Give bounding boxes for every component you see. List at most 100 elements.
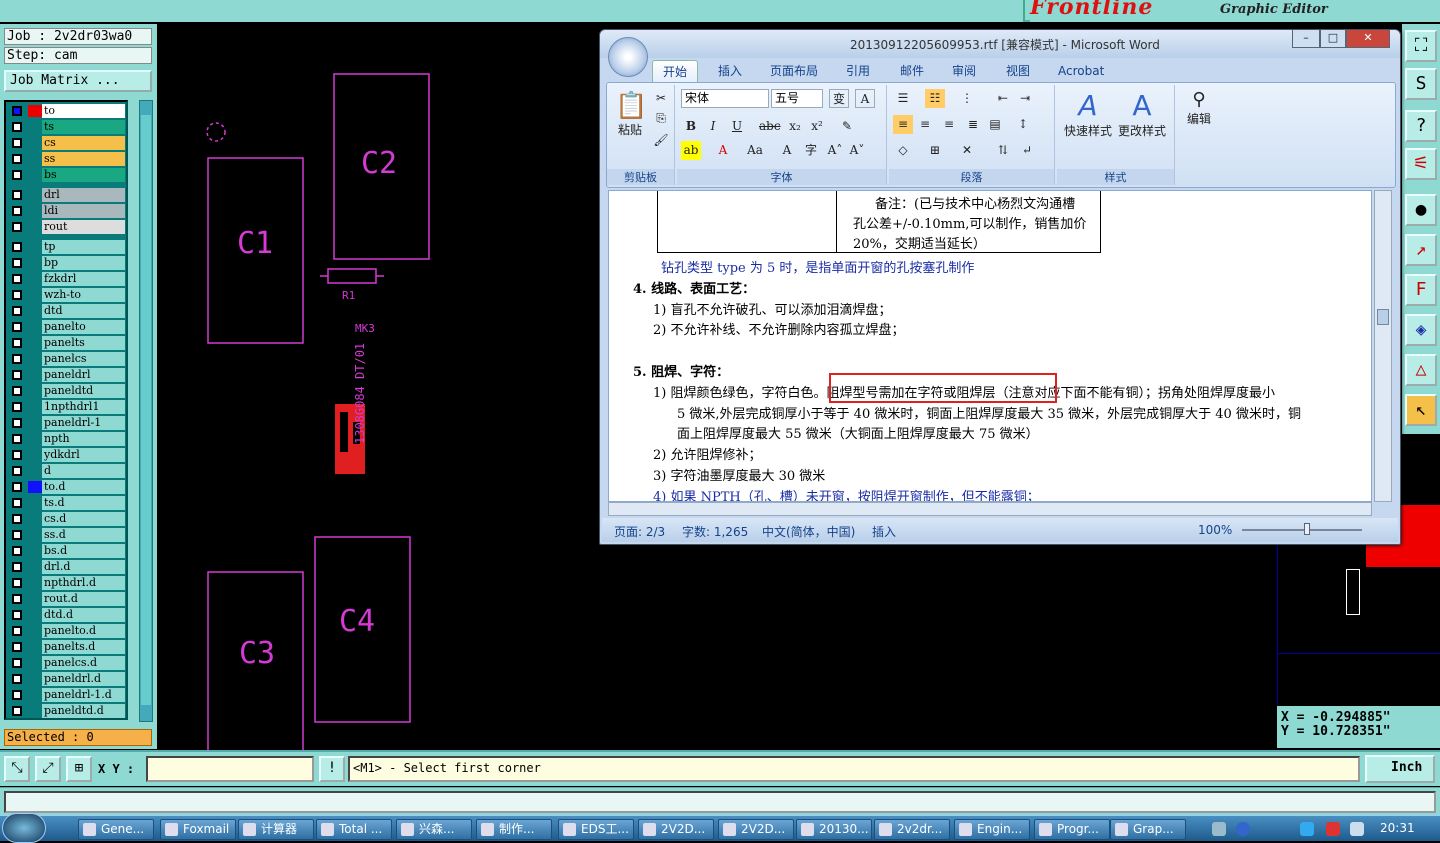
- scroll-thumb[interactable]: [141, 115, 151, 705]
- maximize-button[interactable]: □: [1320, 30, 1346, 48]
- layer-name[interactable]: rout: [42, 220, 125, 234]
- document-area[interactable]: 备注：(已与技术中心杨烈文沟通槽 孔公差+/-0.10mm,可以制作，销售加价 …: [608, 190, 1372, 502]
- zoom-box-icon[interactable]: ⤢: [35, 756, 61, 782]
- taskbar-item[interactable]: EDS工...: [558, 819, 634, 840]
- layer-color-swatch[interactable]: [28, 273, 42, 285]
- grid-icon[interactable]: ⊞: [66, 756, 92, 782]
- volume-icon[interactable]: [1350, 822, 1364, 836]
- layer-name[interactable]: ss: [42, 152, 125, 166]
- layer-checkbox[interactable]: [12, 482, 22, 492]
- fit-view-icon[interactable]: ⤡: [4, 756, 30, 782]
- layer-color-swatch[interactable]: [28, 673, 42, 685]
- layer-checkbox[interactable]: [12, 498, 22, 508]
- layer-checkbox[interactable]: [12, 106, 22, 116]
- sort-icon[interactable]: ⇅: [993, 141, 1013, 160]
- layer-row[interactable]: to.d: [8, 480, 126, 494]
- layer-color-swatch[interactable]: [28, 561, 42, 573]
- taskbar-item[interactable]: 兴森...: [396, 819, 472, 840]
- layer-row[interactable]: cs: [8, 136, 126, 150]
- word-count[interactable]: 字数: 1,265: [682, 523, 748, 540]
- paste-button[interactable]: 📋 粘贴: [615, 91, 647, 138]
- layer-name[interactable]: drl.d: [42, 560, 125, 574]
- job-matrix-button[interactable]: Job Matrix ...: [4, 70, 152, 92]
- layer-checkbox[interactable]: [12, 418, 22, 428]
- layer-checkbox[interactable]: [12, 578, 22, 588]
- layer-checkbox[interactable]: [12, 354, 22, 364]
- edit-button[interactable]: ⚲ 编辑: [1181, 89, 1217, 127]
- antivirus-icon[interactable]: [1326, 822, 1340, 836]
- ribbon-tab[interactable]: Acrobat: [1048, 60, 1114, 82]
- numbering-icon[interactable]: ☷: [925, 89, 945, 108]
- layer-checkbox[interactable]: [12, 674, 22, 684]
- layer-color-swatch[interactable]: [28, 641, 42, 653]
- quick-style-button[interactable]: A 快速样式: [1061, 89, 1115, 139]
- layer-row[interactable]: bp: [8, 256, 126, 270]
- layer-checkbox[interactable]: [12, 170, 22, 180]
- layer-checkbox[interactable]: [12, 154, 22, 164]
- layer-checkbox[interactable]: [12, 546, 22, 556]
- layer-name[interactable]: wzh-to: [42, 288, 125, 302]
- layer-color-swatch[interactable]: [28, 121, 42, 133]
- layer-row[interactable]: rout.d: [8, 592, 126, 606]
- clock[interactable]: 20:31: [1380, 821, 1415, 835]
- layer-color-swatch[interactable]: [28, 369, 42, 381]
- layer-checkbox[interactable]: [12, 642, 22, 652]
- layer-color-swatch[interactable]: [28, 305, 42, 317]
- layer-checkbox[interactable]: [12, 434, 22, 444]
- layer-color-swatch[interactable]: [28, 221, 42, 233]
- taskbar-item[interactable]: 20130...: [796, 819, 872, 840]
- layer-row[interactable]: fzkdrl: [8, 272, 126, 286]
- zoom-level[interactable]: 100%: [1198, 523, 1232, 537]
- layer-color-swatch[interactable]: [28, 205, 42, 217]
- layer-row[interactable]: ts.d: [8, 496, 126, 510]
- layer-color-swatch[interactable]: [28, 481, 42, 493]
- layer-color-swatch[interactable]: [28, 353, 42, 365]
- layer-color-swatch[interactable]: [28, 529, 42, 541]
- close-button[interactable]: ✕: [1346, 30, 1390, 48]
- layer-row[interactable]: d: [8, 464, 126, 478]
- font-name-select[interactable]: 宋体: [681, 89, 769, 108]
- borders-icon[interactable]: ⊞: [925, 141, 945, 160]
- ribbon-tab[interactable]: 审阅: [942, 60, 986, 82]
- taskbar-item[interactable]: 制作...: [476, 819, 552, 840]
- multilevel-list-icon[interactable]: ⋮: [957, 89, 977, 108]
- layer-row[interactable]: paneldrl-1.d: [8, 688, 126, 702]
- layer-checkbox[interactable]: [12, 450, 22, 460]
- layer-name[interactable]: tp: [42, 240, 125, 254]
- pad-tool-icon[interactable]: ●: [1405, 194, 1437, 226]
- select-tool-icon[interactable]: ↖: [1405, 394, 1437, 426]
- align-left-icon[interactable]: ≡: [893, 115, 913, 134]
- help-icon[interactable]: ?: [1405, 110, 1437, 142]
- layer-name[interactable]: ts.d: [42, 496, 125, 510]
- doc-vertical-scrollbar[interactable]: [1374, 190, 1392, 502]
- align-right-icon[interactable]: ≡: [939, 115, 959, 134]
- layer-color-swatch[interactable]: [28, 189, 42, 201]
- zoom-tool-icon[interactable]: ⛶: [1405, 30, 1437, 62]
- layer-color-swatch[interactable]: [28, 433, 42, 445]
- highlight-icon[interactable]: ab: [681, 141, 701, 160]
- change-case-icon[interactable]: Aa: [741, 141, 769, 160]
- layer-name[interactable]: dtd: [42, 304, 125, 318]
- layer-name[interactable]: 1npthdrl1: [42, 400, 125, 414]
- layer-row[interactable]: ss: [8, 152, 126, 166]
- insert-mode[interactable]: 插入: [872, 523, 896, 540]
- xy-input[interactable]: [146, 756, 314, 782]
- overview-map[interactable]: [1277, 505, 1440, 705]
- taskbar-item[interactable]: Foxmail: [160, 819, 236, 840]
- layer-scrollbar[interactable]: [139, 100, 153, 722]
- layer-name[interactable]: ss.d: [42, 528, 125, 542]
- italic-icon[interactable]: I: [703, 117, 723, 136]
- shading-icon[interactable]: ◇: [893, 141, 913, 160]
- layer-row[interactable]: panelto.d: [8, 624, 126, 638]
- layer-row[interactable]: drl: [8, 188, 126, 202]
- taskbar-item[interactable]: 2V2D...: [638, 819, 714, 840]
- layer-color-swatch[interactable]: [28, 689, 42, 701]
- layer-row[interactable]: ss.d: [8, 528, 126, 542]
- layer-row[interactable]: ldi: [8, 204, 126, 218]
- layer-row[interactable]: panelto: [8, 320, 126, 334]
- layer-name[interactable]: npth: [42, 432, 125, 446]
- layer-color-swatch[interactable]: [28, 545, 42, 557]
- layer-color-swatch[interactable]: [28, 153, 42, 165]
- layer-name[interactable]: ldi: [42, 204, 125, 218]
- layer-name[interactable]: npthdrl.d: [42, 576, 125, 590]
